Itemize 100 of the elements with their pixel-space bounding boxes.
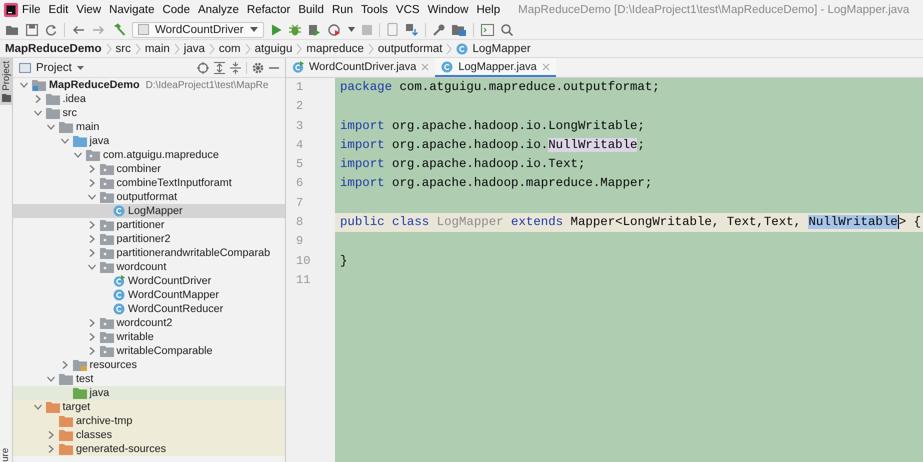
chevron-right-icon[interactable]	[46, 430, 56, 440]
breadcrumb-item[interactable]: main	[144, 42, 170, 54]
coverage-icon[interactable]	[308, 24, 321, 36]
chevron-right-icon[interactable]	[46, 444, 56, 454]
class-icon	[113, 289, 125, 301]
close-icon[interactable]	[542, 62, 550, 70]
terminal-window-icon[interactable]	[480, 24, 494, 36]
close-icon[interactable]	[421, 62, 430, 70]
chevron-down-icon[interactable]	[86, 192, 96, 202]
profile-icon[interactable]	[328, 24, 341, 36]
tree-item[interactable]: wordcount2	[13, 316, 285, 330]
save-icon[interactable]	[26, 24, 38, 36]
breadcrumb-item[interactable]: MapReduceDemo	[5, 42, 102, 54]
breadcrumb-item[interactable]: src	[116, 42, 131, 54]
tree-item[interactable]: writableComparable	[13, 344, 285, 358]
tree-item[interactable]: test	[13, 372, 285, 386]
tree-item[interactable]: combineTextInputforamt	[13, 176, 285, 190]
breadcrumb-item[interactable]: java	[184, 42, 205, 54]
code-line: import org.apache.hadoop.io.LongWritable;	[339, 118, 646, 135]
tree-item[interactable]: target	[13, 400, 285, 414]
sync-icon[interactable]	[45, 24, 57, 36]
project-structure-icon[interactable]	[452, 24, 466, 36]
tree-item[interactable]: WordCountDriver	[13, 274, 285, 288]
tree-item[interactable]: outputformat	[13, 190, 285, 204]
tree-item[interactable]: classes	[13, 428, 285, 442]
breadcrumb-item[interactable]: atguigu	[254, 42, 292, 54]
package-folder-icon	[100, 163, 114, 175]
chevron-down-icon[interactable]	[46, 122, 56, 132]
chevron-down-icon[interactable]	[73, 150, 83, 160]
resources-folder-icon	[72, 359, 86, 371]
panel-icon	[19, 62, 31, 72]
tree-item[interactable]: partitionerandwritableComparab	[13, 246, 285, 260]
breadcrumb-item[interactable]: outputformat	[378, 42, 442, 54]
editor-tab[interactable]: LogMapper.java	[435, 58, 556, 77]
tree-item[interactable]: src	[13, 106, 285, 120]
locate-icon[interactable]	[197, 62, 209, 74]
tool-window-tab[interactable]: Project	[0, 58, 12, 105]
menu-item[interactable]: Refactor	[242, 4, 294, 16]
menu-item[interactable]: Code	[158, 4, 194, 16]
tree-item[interactable]: java	[13, 386, 285, 400]
tree-item[interactable]: MapReduceDemo D:\IdeaProject1\test\MapRe	[13, 78, 285, 92]
tree-item[interactable]: main	[13, 120, 285, 134]
settings-icon[interactable]	[252, 62, 264, 74]
menu-item[interactable]: Window	[424, 4, 472, 16]
menu-item[interactable]: View	[72, 4, 106, 16]
tree-item[interactable]: com.atguigu.mapreduce	[13, 148, 285, 162]
menu-item[interactable]: Build	[294, 4, 328, 16]
app-logo-icon	[4, 3, 18, 17]
menu-item[interactable]: File	[18, 4, 45, 16]
search-icon[interactable]	[500, 24, 513, 36]
wrench-icon[interactable]	[432, 24, 445, 36]
caret-icon[interactable]	[348, 27, 355, 32]
menu-item[interactable]: Tools	[357, 4, 392, 16]
menu-item[interactable]: Navigate	[105, 4, 158, 16]
chevron-down-icon[interactable]	[32, 108, 42, 118]
tree-item[interactable]: generated-sources	[13, 442, 285, 456]
menu-item[interactable]: Edit	[44, 4, 72, 16]
breadcrumb-item[interactable]: LogMapper	[456, 42, 531, 54]
window-title: MapReduceDemo [D:\IdeaProject1\test\MapReduceDemo] - LogMapper.java	[518, 4, 910, 16]
menu-item[interactable]: Run	[328, 4, 358, 16]
tree-item[interactable]: archive-tmp	[13, 414, 285, 428]
sdk-icon[interactable]	[404, 23, 418, 36]
chevron-down-icon[interactable]	[60, 136, 70, 146]
tree-item[interactable]: partitioner2	[13, 232, 285, 246]
chevron-down-icon[interactable]	[46, 374, 56, 384]
separator-chevron-icon	[244, 42, 251, 54]
chevron-down-icon[interactable]	[86, 262, 96, 272]
tree-item[interactable]: resources	[13, 358, 285, 372]
editor-tab[interactable]: WordCountDriver.java	[286, 58, 436, 77]
project-view-selector[interactable]: Project	[19, 62, 84, 74]
line-number: 3	[295, 118, 304, 135]
forward-arrow-icon[interactable]	[92, 24, 105, 34]
line-number: 2	[295, 98, 304, 116]
run-icon[interactable]	[270, 24, 282, 36]
debug-icon[interactable]	[288, 24, 301, 36]
tree-item[interactable]: writable	[13, 330, 285, 344]
tree-item[interactable]: .idea	[13, 92, 285, 106]
tree-item[interactable]: partitioner	[13, 218, 285, 232]
tree-item[interactable]: WordCountReducer	[13, 302, 285, 316]
breadcrumb-item[interactable]: mapreduce	[306, 42, 364, 54]
breadcrumb-item[interactable]: com	[218, 42, 241, 54]
tree-item[interactable]: WordCountMapper	[13, 288, 285, 302]
back-arrow-icon[interactable]	[72, 24, 85, 34]
menu-item[interactable]: Analyze	[194, 4, 243, 16]
chevron-down-icon[interactable]	[19, 80, 29, 90]
line-number: 8	[295, 214, 304, 232]
menu-item[interactable]: Help	[472, 4, 504, 16]
tree-item[interactable]: java	[13, 134, 285, 148]
tree-item[interactable]: LogMapper	[13, 204, 285, 218]
tree-item[interactable]: combiner	[13, 162, 285, 176]
run-configuration-dropdown[interactable]: WordCountDriver	[132, 22, 264, 38]
hammer-icon[interactable]	[112, 23, 125, 36]
collapse-all-icon[interactable]	[230, 62, 241, 74]
tree-item[interactable]: wordcount	[13, 260, 285, 274]
tool-window-label[interactable]: ure	[0, 448, 12, 462]
menu-item[interactable]: VCS	[392, 4, 424, 16]
device-icon[interactable]	[386, 23, 398, 36]
chevron-down-icon[interactable]	[32, 402, 42, 412]
open-folder-icon[interactable]	[6, 24, 19, 36]
expand-all-icon[interactable]	[214, 62, 225, 74]
